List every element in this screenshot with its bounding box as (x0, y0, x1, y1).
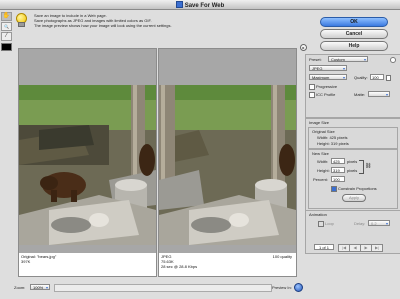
last-frame-button[interactable]: ▶| (371, 244, 383, 252)
percent-input[interactable]: 100 (331, 176, 345, 182)
icc-profile-label: ICC Profile (316, 92, 336, 97)
eyedropper-color-swatch[interactable] (1, 43, 12, 51)
chevron-down-icon: ▾ (385, 221, 388, 226)
hand-tool-icon[interactable]: ✋ (1, 12, 12, 21)
image-size-title: Image Size (309, 120, 330, 125)
loop-label: Loop (325, 221, 334, 226)
chain-icon: ⛓ (365, 163, 372, 169)
eyedropper-tool-icon[interactable]: ⁄ (1, 32, 12, 41)
zoom-tool-icon[interactable]: 🔍 (1, 22, 12, 31)
matte-select[interactable]: ▾ (368, 91, 390, 97)
status-field (54, 284, 272, 292)
icc-profile-checkbox[interactable] (309, 92, 315, 98)
caption-quality: 100 quality (272, 254, 292, 259)
caption-download-time: 28 sec @ 28.8 Kbps (161, 264, 198, 269)
window-title: Save For Web (0, 1, 400, 9)
original-size-group: Original Size Width: 425 pixels Height: … (308, 127, 398, 149)
original-height-text: Height: 319 pixels (317, 141, 349, 146)
preview-in-label: Preview In: (272, 285, 292, 290)
format-value: JPEG (312, 66, 323, 71)
image-size-panel: Image Size Original Size Width: 425 pixe… (305, 118, 400, 212)
settings-sidebar: OK Cancel Help Preset: Custom ▾ JPEG ▾ Max… (305, 14, 400, 299)
frame-counter: 1 of 1 (314, 244, 334, 250)
matte-area (159, 49, 296, 85)
delay-select[interactable]: 0.2 ▾ (368, 220, 390, 226)
tool-palette: ✋ 🔍 ⁄ (1, 12, 12, 51)
chevron-down-icon: ▾ (363, 57, 366, 62)
new-size-title: New Size (312, 151, 329, 156)
apply-button[interactable]: Apply (342, 194, 366, 202)
progressive-label: Progressive (316, 84, 338, 89)
window-title-text: Save For Web (184, 3, 225, 9)
quality-label: Quality: (354, 75, 368, 80)
delay-value: 0.2 (371, 221, 377, 226)
new-width-input[interactable]: 425 (331, 158, 345, 164)
chevron-down-icon: ▾ (45, 285, 48, 290)
chevron-down-icon: ▾ (342, 66, 345, 71)
optimized-preview-pane[interactable]: JPEG 75.63K 28 sec @ 28.8 Kbps 100 quali… (158, 48, 297, 277)
app-icon (175, 1, 183, 8)
delay-label: Delay: (354, 221, 366, 226)
animation-panel: Animation Loop Delay: 0.2 ▾ 1 of 1 |◀ ◀ ▶… (305, 210, 400, 254)
chevron-down-icon: ▾ (342, 75, 345, 80)
format-select[interactable]: JPEG ▾ (309, 65, 347, 71)
optimized-image[interactable] (159, 85, 296, 245)
percent-label: Percent: (313, 177, 328, 182)
original-preview-pane[interactable]: Original: "bears.jpg" 397K (18, 48, 157, 277)
constrain-proportions-checkbox[interactable] (331, 186, 337, 192)
lightbulb-icon (16, 13, 27, 27)
help-button[interactable]: Help (320, 41, 388, 51)
caption-filesize: 397K (21, 259, 31, 264)
original-size-title: Original Size (312, 129, 335, 134)
title-bar: Save For Web (0, 0, 400, 10)
preset-label: Preset: (309, 57, 322, 62)
save-for-web-dialog: Save For Web ✋ 🔍 ⁄ Save an image to incl… (0, 0, 400, 299)
matte-area (19, 245, 156, 253)
optimized-caption: JPEG 75.63K 28 sec @ 28.8 Kbps 100 quali… (161, 254, 294, 275)
matte-area (19, 49, 156, 85)
info-text: Save an image to include in a Web page. … (34, 13, 296, 28)
progressive-checkbox[interactable] (309, 84, 315, 90)
zoom-select[interactable]: 100% ▾ (30, 284, 50, 290)
height-unit: pixels (347, 168, 358, 173)
bottom-bar: Zoom: 100% ▾ Preview In: (14, 283, 305, 292)
width-unit: pixels (347, 159, 358, 164)
zoom-value: 100% (33, 285, 44, 290)
original-width-text: Width: 425 pixels (317, 135, 348, 140)
matte-label: Matte: (354, 92, 366, 97)
constrain-link-icon (359, 160, 364, 174)
cancel-button[interactable]: Cancel (320, 29, 388, 39)
quality-level-select[interactable]: Maximum ▾ (309, 74, 347, 80)
new-height-label: Height: (317, 168, 330, 173)
loop-checkbox[interactable] (318, 221, 324, 227)
zoom-label: Zoom: (14, 285, 26, 290)
constrain-proportions-label: Constrain Proportions (338, 186, 377, 191)
info-line: The image preview shows how your image w… (34, 23, 172, 28)
preset-select[interactable]: Custom ▾ (328, 56, 368, 62)
quality-input[interactable]: 100 (370, 74, 384, 80)
info-panel: Save an image to include in a Web page. … (14, 11, 300, 31)
matte-area (159, 245, 296, 253)
optimization-settings: Preset: Custom ▾ JPEG ▾ Maximum ▾ Quality: … (305, 54, 400, 118)
original-image[interactable] (19, 85, 156, 245)
original-caption: Original: "bears.jpg" 397K (21, 254, 154, 275)
new-height-input[interactable]: 319 (331, 167, 345, 173)
quality-level-value: Maximum (312, 75, 330, 80)
ok-button[interactable]: OK (320, 17, 388, 27)
quality-slider-toggle[interactable] (386, 75, 391, 81)
settings-menu-icon[interactable] (390, 57, 396, 63)
animation-title: Animation (309, 212, 327, 217)
new-size-group: New Size Width: 425 pixels Height: 319 p… (308, 149, 398, 209)
browser-icon[interactable] (294, 283, 303, 292)
chevron-down-icon: ▾ (385, 92, 388, 97)
new-width-label: Width: (317, 159, 329, 164)
preset-value: Custom (331, 57, 345, 62)
